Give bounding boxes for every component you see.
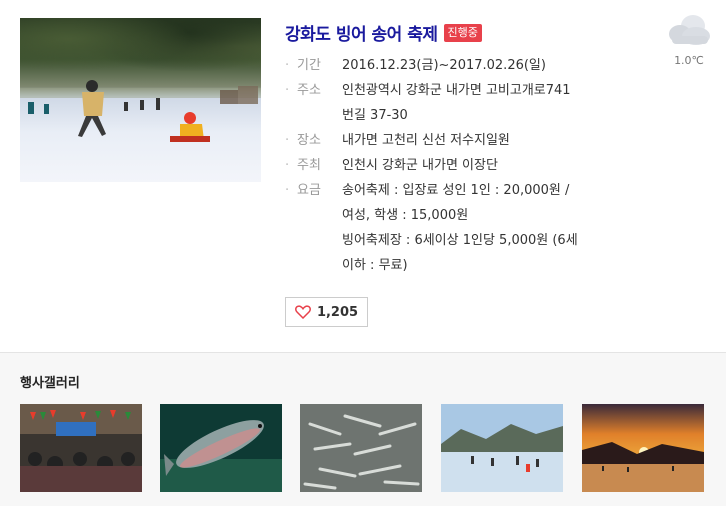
- info-value: 인천광역시 강화군 내가면 고비고개로741: [342, 83, 571, 98]
- info-value: 내가면 고천리 신선 저수지일원: [342, 133, 510, 148]
- gallery-thumb-smelt[interactable]: [300, 404, 422, 492]
- info-row-venue: · 장소 내가면 고천리 신선 저수지일원: [285, 128, 635, 153]
- info-value: 빙어축제장 : 6세이상 1인당 5,000원 (6세: [342, 233, 578, 248]
- info-value: 2016.12.23(금)~2017.02.26(일): [342, 58, 546, 73]
- weather-widget: 1.0℃: [664, 12, 714, 67]
- info-label: 주소: [297, 83, 321, 98]
- status-badge: 진행중: [443, 23, 482, 42]
- gallery-thumb-trout[interactable]: [160, 404, 282, 492]
- like-count: 1,205: [316, 304, 359, 320]
- gallery-thumb-festival-crowd[interactable]: [20, 404, 142, 492]
- info-value: 이하 : 무료): [342, 258, 408, 273]
- info-value: 여성, 학생 : 15,000원: [342, 208, 469, 223]
- info-value: 번길 37-30: [342, 108, 408, 123]
- event-main-photo[interactable]: [20, 18, 261, 182]
- gallery-thumb-sunset[interactable]: [582, 404, 704, 492]
- info-row-host: · 주최 인천시 강화군 내가면 이장단: [285, 153, 635, 178]
- ice-fishing-scene: [20, 80, 261, 142]
- cloud-icon: [669, 15, 710, 45]
- event-info: · 기간 2016.12.23(금)~2017.02.26(일) · 주소 인천광역…: [285, 53, 635, 278]
- info-row-address: · 주소 인천광역시 강화군 내가면 고비고개로741 번길 37-30: [285, 78, 635, 128]
- event-title-row: 강화도 빙어 송어 축제 진행중: [285, 20, 482, 45]
- info-label: 장소: [297, 133, 321, 148]
- temperature: 1.0℃: [674, 54, 704, 67]
- info-value: 인천시 강화군 내가면 이장단: [342, 158, 498, 173]
- gallery-thumb-ice-field[interactable]: [441, 404, 563, 492]
- info-label: 요금: [297, 183, 321, 198]
- info-value: 송어축제 : 입장료 성인 1인 : 20,000원 /: [342, 183, 570, 198]
- info-label: 기간: [297, 58, 321, 73]
- gallery-title: 행사갤러리: [20, 376, 80, 391]
- info-label: 주최: [297, 158, 321, 173]
- like-button[interactable]: 1,205: [285, 297, 368, 327]
- event-title[interactable]: 강화도 빙어 송어 축제: [285, 20, 438, 45]
- heart-icon: [294, 305, 311, 319]
- info-row-fee: · 요금 송어축제 : 입장료 성인 1인 : 20,000원 / 여성, 학생 …: [285, 178, 635, 278]
- info-row-period: · 기간 2016.12.23(금)~2017.02.26(일): [285, 53, 635, 78]
